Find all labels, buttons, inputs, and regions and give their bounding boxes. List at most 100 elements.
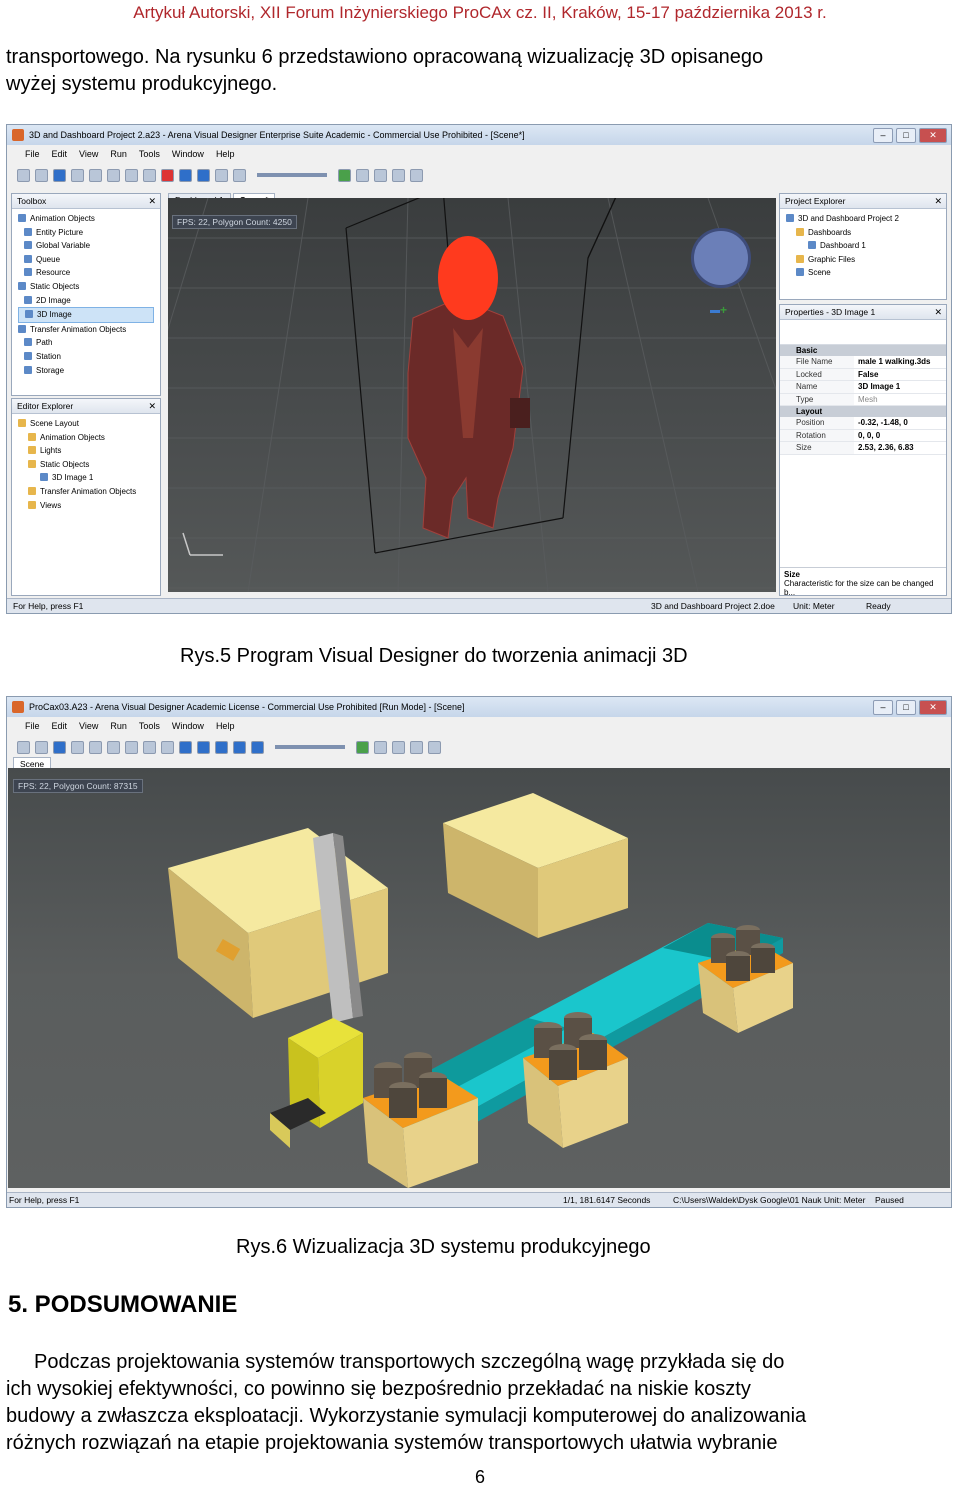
menu-run[interactable]: Run xyxy=(110,717,127,735)
close-icon[interactable]: ✕ xyxy=(934,194,942,208)
maximize-button[interactable]: □ xyxy=(896,128,916,143)
tree-item[interactable]: Dashboard 1 xyxy=(786,239,946,253)
menu-tools[interactable]: Tools xyxy=(139,717,160,735)
new-icon[interactable] xyxy=(17,168,30,182)
close-icon[interactable]: ✕ xyxy=(148,399,156,413)
delete-icon[interactable] xyxy=(161,740,174,754)
tree-item[interactable]: Static Objects xyxy=(18,458,160,472)
cut-icon[interactable] xyxy=(71,740,84,754)
tree-item[interactable]: Static Objects xyxy=(18,280,160,294)
open-icon[interactable] xyxy=(35,740,48,754)
menu-run[interactable]: Run xyxy=(110,145,127,163)
tree-item[interactable]: 2D Image xyxy=(18,294,160,308)
menu-file[interactable]: File xyxy=(25,717,40,735)
step-icon[interactable] xyxy=(197,740,210,754)
speed-slider[interactable] xyxy=(257,173,327,177)
save-icon[interactable] xyxy=(53,168,66,182)
menu-view[interactable]: View xyxy=(79,145,98,163)
stop-icon[interactable] xyxy=(251,740,264,754)
close-button[interactable]: ✕ xyxy=(919,700,947,715)
property-row[interactable]: Type Mesh xyxy=(780,393,946,406)
play-icon[interactable] xyxy=(179,168,192,182)
pause-icon[interactable] xyxy=(233,740,246,754)
tree-item[interactable]: Station xyxy=(18,350,160,364)
scene-viewport[interactable] xyxy=(168,198,776,592)
menu-file[interactable]: File xyxy=(25,145,40,163)
undo-icon[interactable] xyxy=(125,168,138,182)
speed-slider[interactable] xyxy=(275,745,345,749)
menu-edit[interactable]: Edit xyxy=(52,145,68,163)
check-icon[interactable] xyxy=(356,740,369,754)
maximize-button[interactable]: □ xyxy=(896,700,916,715)
redo-icon[interactable] xyxy=(143,168,156,182)
zoom-icon[interactable] xyxy=(410,740,423,754)
tree-item[interactable]: Global Variable xyxy=(18,239,160,253)
tree-item[interactable]: Animation Objects xyxy=(18,212,160,226)
tree-item[interactable]: Scene Layout xyxy=(18,417,160,431)
tree-item[interactable]: Views xyxy=(18,499,160,513)
undo-icon[interactable] xyxy=(125,740,138,754)
redo-icon[interactable] xyxy=(143,740,156,754)
close-icon[interactable]: ✕ xyxy=(934,305,942,319)
check-icon[interactable] xyxy=(338,168,351,182)
orbit-icon[interactable] xyxy=(392,740,405,754)
hand-icon[interactable] xyxy=(374,740,387,754)
copy-icon[interactable] xyxy=(89,168,102,182)
menu-help[interactable]: Help xyxy=(216,145,235,163)
zoom-controls-icon[interactable]: + xyxy=(710,303,734,317)
tree-item[interactable]: 3D and Dashboard Project 2 xyxy=(786,212,946,226)
property-row[interactable]: Size 2.53, 2.36, 6.83 xyxy=(780,442,946,455)
zoom-icon[interactable] xyxy=(374,168,387,182)
tree-item[interactable]: Scene xyxy=(786,266,946,280)
property-row[interactable]: Position -0.32, -1.48, 0 xyxy=(780,417,946,430)
scene-viewport[interactable] xyxy=(8,768,950,1188)
property-row[interactable]: Locked False xyxy=(780,368,946,382)
grid-icon[interactable] xyxy=(392,168,405,182)
tree-item[interactable]: Path xyxy=(18,336,160,350)
save-icon[interactable] xyxy=(53,740,66,754)
property-row[interactable]: Name 3D Image 1 xyxy=(780,381,946,394)
new-icon[interactable] xyxy=(17,740,30,754)
delete-icon[interactable] xyxy=(161,168,174,182)
tree-item[interactable]: Dashboards xyxy=(786,226,946,240)
menu-window[interactable]: Window xyxy=(172,717,204,735)
property-category-layout[interactable]: Layout xyxy=(780,405,946,418)
minimize-button[interactable]: – xyxy=(873,700,893,715)
play-icon[interactable] xyxy=(179,740,192,754)
fast-forward-icon[interactable] xyxy=(215,740,228,754)
tree-item-selected[interactable]: 3D Image xyxy=(18,307,154,323)
menu-view[interactable]: View xyxy=(79,717,98,735)
menu-tools[interactable]: Tools xyxy=(139,145,160,163)
paste-icon[interactable] xyxy=(107,168,120,182)
close-button[interactable]: ✕ xyxy=(919,128,947,143)
tree-item[interactable]: Resource xyxy=(18,266,160,280)
minimize-button[interactable]: – xyxy=(873,128,893,143)
tree-item[interactable]: 3D Image 1 xyxy=(18,471,160,485)
tree-item[interactable]: Transfer Animation Objects xyxy=(18,323,160,337)
menu-help[interactable]: Help xyxy=(216,717,235,735)
step-icon[interactable] xyxy=(197,168,210,182)
copy-icon[interactable] xyxy=(89,740,102,754)
tree-item[interactable]: Lights xyxy=(18,444,160,458)
close-icon[interactable]: ✕ xyxy=(148,194,156,208)
tree-item[interactable]: Animation Objects xyxy=(18,431,160,445)
tree-item[interactable]: Transfer Animation Objects xyxy=(18,485,160,499)
menu-window[interactable]: Window xyxy=(172,145,204,163)
tree-item[interactable]: Storage xyxy=(18,364,160,378)
open-icon[interactable] xyxy=(35,168,48,182)
camera-icon[interactable] xyxy=(410,168,423,182)
camera-navigation-widget[interactable] xyxy=(691,228,751,288)
paste-icon[interactable] xyxy=(107,740,120,754)
tree-item[interactable]: Entity Picture xyxy=(18,226,160,240)
cut-icon[interactable] xyxy=(71,168,84,182)
pause-icon[interactable] xyxy=(215,168,228,182)
property-row[interactable]: Rotation 0, 0, 0 xyxy=(780,429,946,443)
stop-icon[interactable] xyxy=(233,168,246,182)
hand-icon[interactable] xyxy=(356,168,369,182)
tree-item[interactable]: Graphic Files xyxy=(786,253,946,267)
property-category-basic[interactable]: Basic xyxy=(780,345,946,357)
property-row[interactable]: File Name male 1 walking.3ds xyxy=(780,356,946,369)
camera-icon[interactable] xyxy=(428,740,441,754)
menu-edit[interactable]: Edit xyxy=(52,717,68,735)
tree-item[interactable]: Queue xyxy=(18,253,160,267)
